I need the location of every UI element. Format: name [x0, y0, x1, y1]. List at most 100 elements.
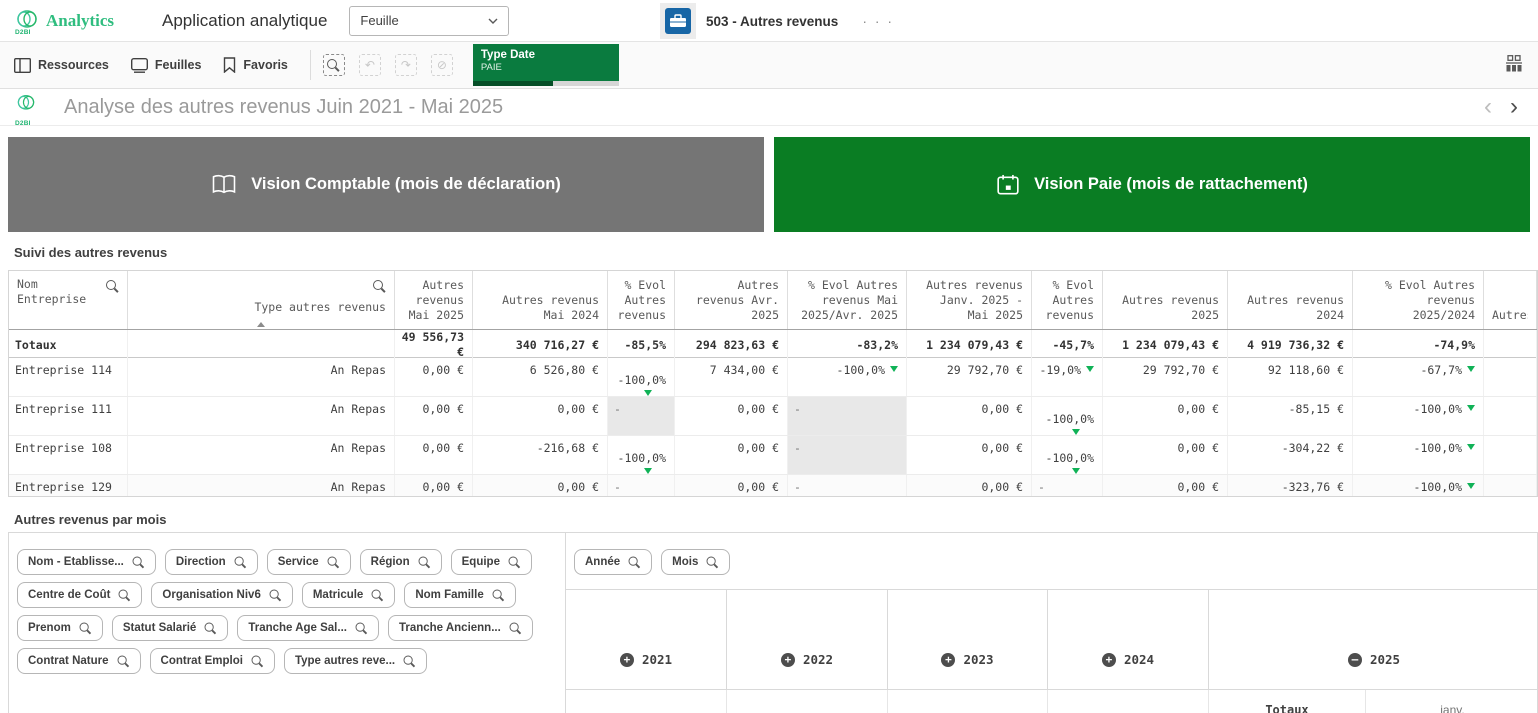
cell-entreprise[interactable]: Entreprise 111 [9, 397, 128, 435]
col-header-nom-entreprise[interactable]: Nom Entreprise [9, 271, 128, 329]
col-header-type-autres-revenus[interactable]: Type autres revenus [128, 271, 395, 329]
pivot-year-2024[interactable]: + 2024 [1048, 590, 1209, 689]
col-header[interactable]: Autres revenus Mai 2024 [473, 271, 608, 329]
filter-mois[interactable]: Mois [661, 549, 730, 575]
trend-down-icon [644, 468, 652, 474]
totals-row: Totaux 49 556,73 € 340 716,27 € -85,5% 2… [9, 330, 1537, 358]
search-icon [629, 556, 641, 568]
expand-plus-icon[interactable]: + [620, 653, 634, 667]
cell-type[interactable]: An Repas [128, 475, 395, 497]
cell-type[interactable]: An Repas [128, 436, 395, 474]
redo-selection-button[interactable]: ↷ [395, 54, 417, 76]
more-menu-button[interactable]: · · · [862, 13, 894, 29]
analytics-logo: D2BI Analytics [14, 8, 134, 34]
favorites-button[interactable]: Favoris [223, 57, 287, 73]
vision-comptable-label: Vision Comptable (mois de déclaration) [251, 175, 561, 194]
col-header[interactable]: Autres revenus Avr. 2025 [675, 271, 788, 329]
col-header[interactable]: Autres revenus Mai 2025 [395, 271, 473, 329]
selection-chip-type-date[interactable]: Type Date PAIE [473, 44, 619, 86]
suivi-autres-revenus-table: Nom Entreprise Type autres revenus Autre… [8, 270, 1538, 497]
totals-value: 49 556,73 € [395, 330, 473, 360]
cell-type[interactable]: An Repas [128, 358, 395, 396]
cell-entreprise[interactable]: Entreprise 108 [9, 436, 128, 474]
collapse-minus-icon[interactable]: – [1348, 653, 1362, 667]
bookmark-tile[interactable] [660, 3, 696, 39]
cell-evol: -100,0% [788, 358, 907, 396]
previous-sheet-button[interactable]: ‹ [1484, 92, 1492, 122]
sheet-grid-button[interactable] [1504, 55, 1524, 72]
undo-selection-button[interactable]: ↶ [359, 54, 381, 76]
filter-nom-famille[interactable]: Nom Famille [404, 582, 515, 608]
smart-search-button[interactable] [323, 54, 345, 76]
d2bi-sheet-logo-icon: D2BI [14, 93, 40, 123]
filter-tranche-anciennete[interactable]: Tranche Ancienn... [388, 615, 533, 641]
search-icon[interactable] [373, 280, 386, 293]
filter-annee[interactable]: Année [574, 549, 652, 575]
trend-down-icon [1467, 483, 1475, 489]
cell-entreprise[interactable]: Entreprise 129 [9, 475, 128, 497]
col-header[interactable]: Autres revenus 2024 [1228, 271, 1353, 329]
sheet-selector-dropdown[interactable]: Feuille [349, 6, 509, 36]
col-header[interactable]: % Evol Autres revenus Mai 2025/Avr. 2025 [788, 271, 907, 329]
filter-service[interactable]: Service [267, 549, 351, 575]
filter-type-autres-revenus[interactable]: Type autres reve... [284, 648, 427, 674]
pivot-year-2023[interactable]: + 2023 [888, 590, 1048, 689]
cell-value: -216,68 € [473, 436, 608, 474]
col-header[interactable]: Autres revenus 2025 [1103, 271, 1228, 329]
sheets-icon [131, 58, 148, 73]
expand-plus-icon[interactable]: + [1102, 653, 1116, 667]
search-icon [509, 622, 521, 634]
vision-comptable-button[interactable]: Vision Comptable (mois de déclaration) [8, 137, 764, 232]
trend-down-icon [1086, 366, 1094, 372]
cell-value: 0,00 € [395, 475, 473, 497]
cell-evol: -100,0% [1353, 436, 1484, 474]
table-header-row: Nom Entreprise Type autres revenus Autre… [9, 271, 1537, 330]
clear-selections-button[interactable]: ⊘ [431, 54, 453, 76]
col-header[interactable]: % Evol Autres revenus 2025/2024 [1353, 271, 1484, 329]
totals-value: 1 234 079,43 € [907, 330, 1032, 360]
pivot-year-2021[interactable]: + 2021 [566, 590, 727, 689]
app-bar: D2BI Analytics Application analytique Fe… [0, 0, 1538, 42]
next-sheet-button[interactable]: › [1510, 92, 1518, 122]
col-header[interactable]: Autres revenus Janv. 2025 - Mai 2025 [907, 271, 1032, 329]
col-header[interactable]: % Evol Autres revenus [1032, 271, 1103, 329]
search-icon [117, 655, 129, 667]
cell-type[interactable]: An Repas [128, 397, 395, 435]
filter-equipe[interactable]: Equipe [451, 549, 532, 575]
filter-direction[interactable]: Direction [165, 549, 258, 575]
pivot-year-2022[interactable]: + 2022 [727, 590, 888, 689]
filter-centre-de-cout[interactable]: Centre de Coût [17, 582, 142, 608]
filter-contrat-nature[interactable]: Contrat Nature [17, 648, 141, 674]
cell-entreprise[interactable]: Entreprise 114 [9, 358, 128, 396]
pivot-subheader-janv[interactable]: janv. [1366, 690, 1538, 713]
pivot-year-2025[interactable]: – 2025 [1209, 590, 1538, 689]
cell-value: 0,00 € [1103, 436, 1228, 474]
search-icon [234, 556, 246, 568]
filter-matricule[interactable]: Matricule [302, 582, 396, 608]
search-icon [119, 589, 131, 601]
expand-plus-icon[interactable]: + [781, 653, 795, 667]
search-icon [372, 589, 384, 601]
vision-paie-button[interactable]: Vision Paie (mois de rattachement) [774, 137, 1530, 232]
filter-nom-etablissement[interactable]: Nom - Etablisse... [17, 549, 156, 575]
pivot-table: + 2021 + 2022 + 2023 + 2024 [566, 589, 1537, 713]
expand-plus-icon[interactable]: + [941, 653, 955, 667]
col-header[interactable]: % Evol Autres revenus [608, 271, 675, 329]
vision-toggle-row: Vision Comptable (mois de déclaration) V… [8, 137, 1530, 232]
chevron-down-icon [488, 18, 498, 24]
cell-evol: -100,0% [1353, 397, 1484, 435]
filter-contrat-emploi[interactable]: Contrat Emploi [150, 648, 275, 674]
resources-button[interactable]: Ressources [14, 58, 109, 73]
col-header[interactable]: Autres revenus [1484, 271, 1537, 329]
cell-evol: -67,7% [1353, 358, 1484, 396]
filter-prenom[interactable]: Prenom [17, 615, 103, 641]
filter-statut-salarie[interactable]: Statut Salarié [112, 615, 229, 641]
monthly-section-title: Autres revenus par mois [14, 512, 166, 527]
resources-label: Ressources [38, 58, 109, 72]
filter-tranche-age[interactable]: Tranche Age Sal... [237, 615, 379, 641]
filter-organisation-niv6[interactable]: Organisation Niv6 [151, 582, 292, 608]
search-icon[interactable] [106, 280, 119, 293]
search-icon [205, 622, 217, 634]
filter-region[interactable]: Région [360, 549, 442, 575]
sheets-button[interactable]: Feuilles [131, 58, 202, 73]
